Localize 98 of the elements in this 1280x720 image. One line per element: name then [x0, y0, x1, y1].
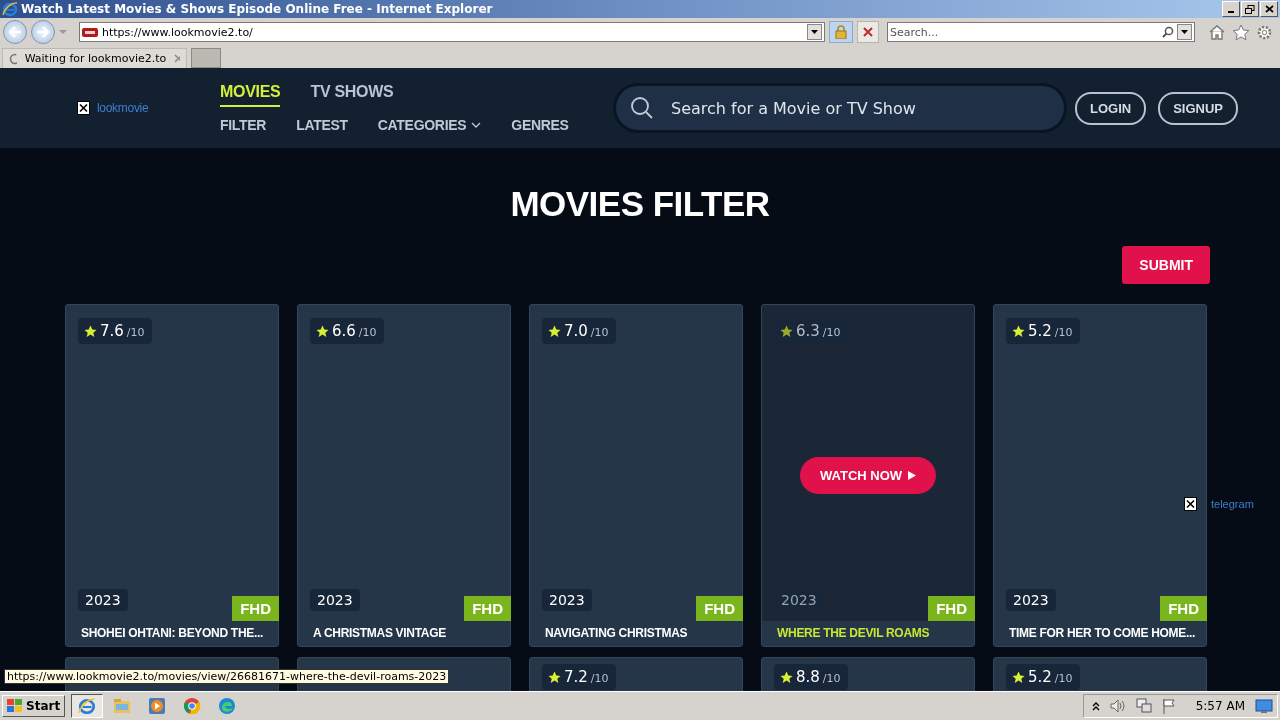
start-button[interactable]: Start	[2, 695, 66, 717]
address-bar[interactable]: https://www.lookmovie2.to/	[79, 22, 825, 42]
star-icon	[548, 670, 561, 684]
back-arrow-icon	[8, 26, 22, 38]
nav-link[interactable]: LATEST	[296, 117, 348, 133]
rating-badge: 7.0 /10	[542, 318, 616, 344]
rating-badge: 7.2 /10	[542, 664, 616, 690]
settings-icon[interactable]	[1256, 23, 1273, 41]
nav-link[interactable]: CATEGORIES	[377, 117, 482, 133]
star-icon	[780, 324, 793, 338]
movie-card[interactable]: 7.2 /10	[529, 657, 743, 691]
movie-card[interactable]: 5.2 /10	[993, 657, 1207, 691]
browser-tab[interactable]: Waiting for lookmovie2.to	[2, 48, 187, 68]
forward-button[interactable]	[31, 20, 55, 44]
rating-badge: 5.2 /10	[1006, 318, 1080, 344]
watch-now-button[interactable]: WATCH NOW	[799, 457, 937, 494]
nav-link[interactable]: GENRES	[511, 117, 569, 133]
movie-title[interactable]: WHERE THE DEVIL ROAMS	[762, 621, 974, 646]
back-button[interactable]	[3, 20, 27, 44]
taskbar-app-button[interactable]	[71, 694, 104, 718]
play-icon	[908, 471, 917, 480]
home-icon[interactable]	[1208, 23, 1226, 40]
chevron-up-icon[interactable]	[1091, 701, 1100, 711]
clock[interactable]: 5:57 AM	[1195, 699, 1245, 713]
show-desktop-icon[interactable]	[1255, 698, 1273, 714]
quality-badge: FHD	[696, 596, 743, 621]
edge-browser-icon	[218, 697, 237, 715]
chrome-browser-icon	[183, 697, 202, 715]
account-button[interactable]: SIGNUP	[1158, 91, 1238, 125]
close-icon	[863, 27, 873, 37]
browser-logo-icon	[78, 697, 97, 715]
minimize-button[interactable]	[1222, 1, 1240, 17]
year-badge: 2023	[1006, 589, 1056, 611]
movie-card[interactable]: 6.6 /10 2023 FHD A CHRISTMAS VINTAGE	[297, 304, 511, 647]
status-url-tooltip: https://www.lookmovie2.to/movies/view/26681671-where-the-devil-roams-2023	[4, 669, 450, 684]
year-badge: 2023	[774, 589, 824, 611]
site-favicon-icon	[82, 27, 98, 37]
movie-card[interactable]: 8.8 /10	[761, 657, 975, 691]
caret-icon	[811, 30, 818, 34]
star-icon	[1012, 324, 1025, 338]
quality-badge: FHD	[232, 596, 279, 621]
submit-button[interactable]: SUBMIT	[1122, 246, 1210, 284]
search-icon	[630, 96, 654, 120]
speaker-icon[interactable]	[1109, 699, 1126, 713]
page-heading: MOVIES FILTER	[510, 184, 770, 224]
flag-icon[interactable]	[1161, 698, 1176, 714]
site-logo-text[interactable]: lookmovie	[97, 101, 149, 115]
year-badge: 2023	[78, 589, 128, 611]
close-tab-icon[interactable]	[174, 54, 180, 63]
nav-link[interactable]: FILTER	[220, 117, 267, 133]
rating-badge: 8.8 /10	[774, 664, 848, 690]
window-title: Watch Latest Movies & Shows Episode Online Free - Internet Explorer	[21, 2, 494, 16]
media-player-icon	[148, 697, 167, 715]
search-field[interactable]: Search for a Movie or TV Show	[613, 83, 1067, 133]
network-icon[interactable]	[1135, 698, 1152, 714]
stop-button[interactable]	[857, 21, 879, 43]
caret-icon	[1181, 30, 1188, 34]
account-button[interactable]: LOGIN	[1075, 91, 1147, 125]
forward-arrow-icon	[36, 26, 50, 38]
telegram-link[interactable]: telegram	[1211, 498, 1254, 510]
close-button[interactable]	[1260, 1, 1278, 17]
quality-badge: FHD	[1160, 596, 1207, 621]
restore-icon	[1245, 4, 1255, 14]
search-input[interactable]: Search for a Movie or TV Show	[669, 97, 1050, 119]
movie-card[interactable]: 5.2 /10 2023 FHD TIME FOR HER TO COME HOME...	[993, 304, 1207, 647]
star-icon	[780, 670, 793, 684]
movie-card[interactable]: 6.3 /10 WATCH NOW 2023 FHD WHERE THE DEVIL ROAMS	[761, 304, 975, 647]
favorites-star-icon[interactable]	[1232, 23, 1250, 41]
broken-image-icon	[77, 101, 90, 115]
movie-card[interactable]: 7.6 /10 2023 FHD SHOHEI OHTANI: BEYOND THE...	[65, 304, 279, 647]
dropdown-button[interactable]	[807, 24, 822, 40]
nav-tab[interactable]: MOVIES	[220, 83, 281, 107]
rating-badge: 7.6 /10	[78, 318, 152, 344]
star-icon	[316, 324, 329, 338]
chevron-down-icon	[471, 122, 482, 128]
search-icon	[1162, 26, 1174, 38]
browser-logo-icon	[2, 1, 18, 17]
nav-tab[interactable]: TV SHOWS	[310, 83, 394, 107]
rating-badge: 5.2 /10	[1006, 664, 1080, 690]
movie-card[interactable]: 7.0 /10 2023 FHD NAVIGATING CHRISTMAS	[529, 304, 743, 647]
star-icon	[1012, 670, 1025, 684]
rating-badge: 6.3 /10	[774, 318, 848, 344]
padlock-icon	[835, 25, 847, 39]
search-field[interactable]: Search...	[887, 22, 1195, 42]
folder-icon	[113, 698, 132, 714]
close-icon	[1264, 5, 1274, 13]
restore-button[interactable]	[1241, 1, 1259, 17]
windows-logo-icon	[7, 699, 23, 713]
year-badge: 2023	[542, 589, 592, 611]
quality-badge: FHD	[928, 596, 975, 621]
star-icon	[548, 324, 561, 338]
year-badge: 2023	[310, 589, 360, 611]
lock-button[interactable]	[829, 21, 853, 43]
star-icon	[84, 324, 97, 338]
broken-image-icon	[1184, 497, 1197, 511]
quality-badge: FHD	[464, 596, 511, 621]
rating-badge: 6.6 /10	[310, 318, 384, 344]
dropdown-button[interactable]	[1177, 24, 1192, 40]
